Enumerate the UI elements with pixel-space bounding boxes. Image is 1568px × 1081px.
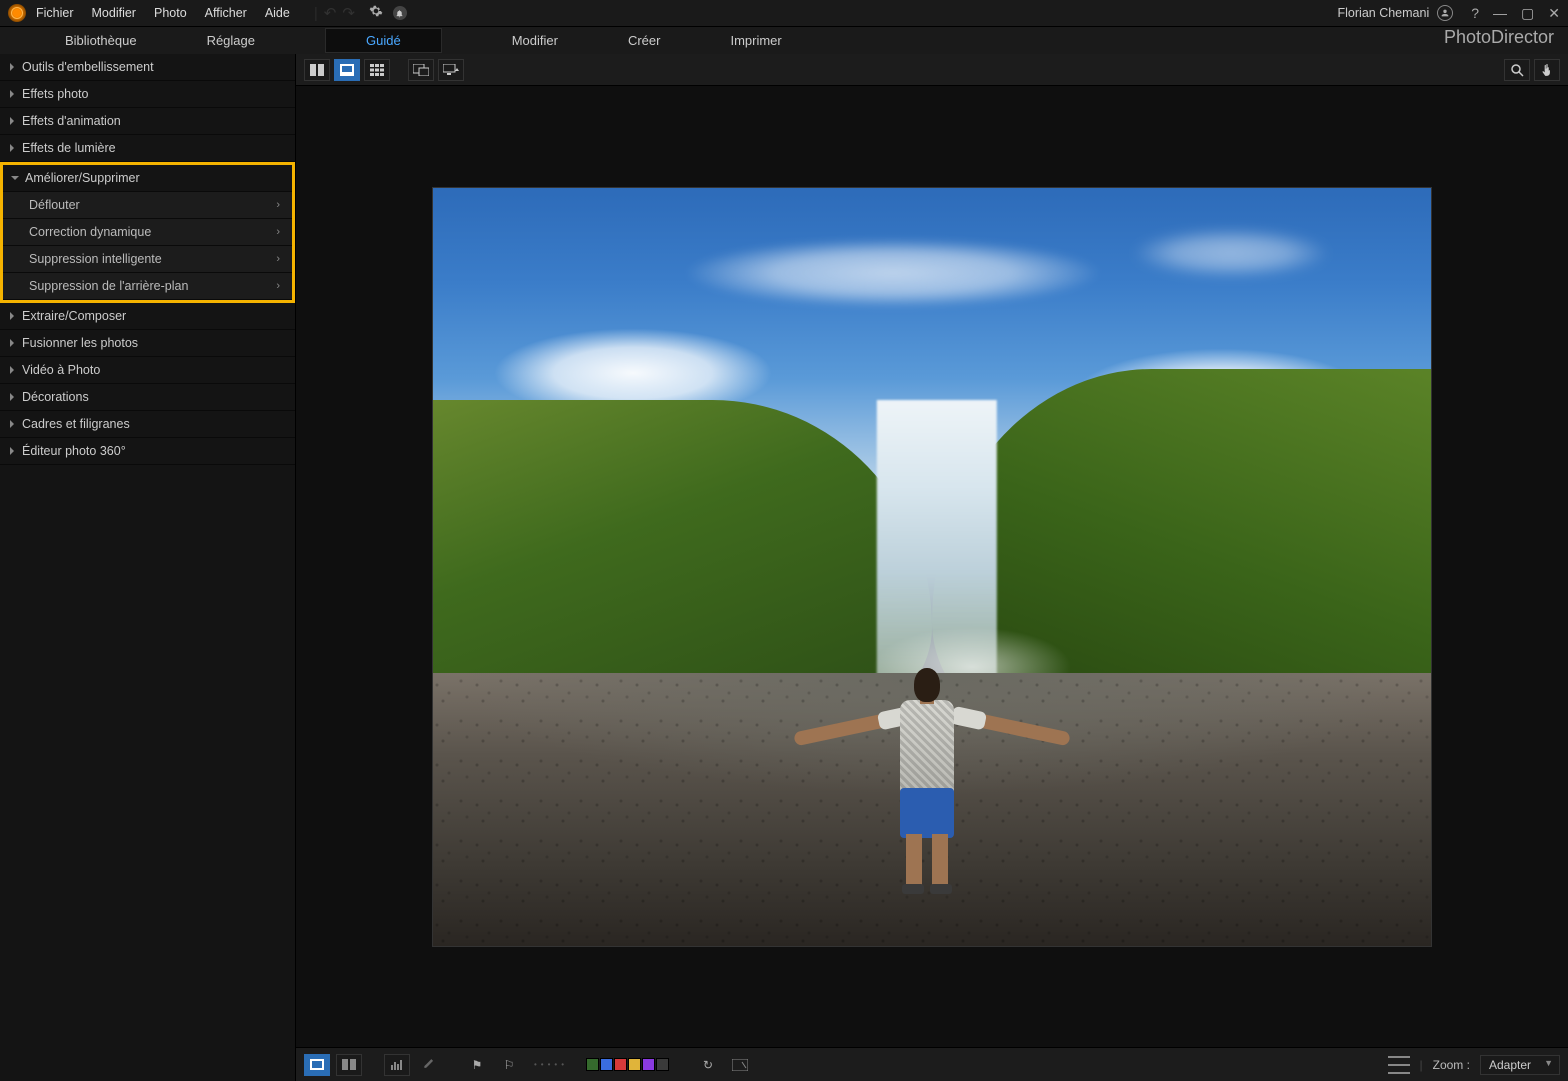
chevron-right-icon: ›	[276, 199, 280, 211]
close-icon[interactable]: ✕	[1548, 5, 1560, 22]
menu-view[interactable]: Afficher	[205, 6, 247, 20]
tab-print[interactable]: Imprimer	[730, 33, 781, 48]
panel-beautify[interactable]: Outils d'embellissement	[0, 54, 295, 81]
panel-enhance-remove[interactable]: Améliorer/Supprimer	[3, 165, 292, 192]
panel-decorations[interactable]: Décorations	[0, 384, 295, 411]
panel-photo-effects[interactable]: Effets photo	[0, 81, 295, 108]
bell-icon[interactable]	[393, 6, 407, 20]
panel-frames-watermarks[interactable]: Cadres et filigranes	[0, 411, 295, 438]
panel-360-editor[interactable]: Éditeur photo 360°	[0, 438, 295, 465]
zoom-tool-icon[interactable]	[1504, 59, 1530, 81]
title-bar: Fichier Modifier Photo Afficher Aide | ↶…	[0, 0, 1568, 26]
rating-dots[interactable]: •••••	[534, 1060, 568, 1069]
sub-smart-removal[interactable]: Suppression intelligente›	[3, 246, 292, 273]
minimize-icon[interactable]: —	[1493, 5, 1507, 22]
menu-photo[interactable]: Photo	[154, 6, 187, 20]
color-labels	[586, 1058, 669, 1071]
panel-enhance-remove-group: Améliorer/Supprimer Déflouter› Correctio…	[0, 162, 295, 303]
secondary-display-icon[interactable]	[408, 59, 434, 81]
person-subject	[782, 630, 1082, 900]
view-toolbar	[296, 54, 1568, 86]
rotate-icon[interactable]: ↻	[695, 1054, 721, 1076]
brand-label: PhotoDirector	[1444, 27, 1554, 48]
color-swatch[interactable]	[628, 1058, 641, 1071]
window-controls: ? — ▢ ✕	[1471, 5, 1560, 22]
color-swatch[interactable]	[586, 1058, 599, 1071]
view-compare-icon[interactable]	[304, 59, 330, 81]
menu-file[interactable]: Fichier	[36, 6, 74, 20]
menu-edit[interactable]: Modifier	[92, 6, 136, 20]
photo-preview[interactable]	[432, 187, 1432, 947]
zoom-label: Zoom :	[1433, 1058, 1470, 1072]
flag-icon[interactable]: ⚑	[464, 1054, 490, 1076]
guided-sidebar: Outils d'embellissement Effets photo Eff…	[0, 54, 296, 1081]
color-swatch[interactable]	[614, 1058, 627, 1071]
help-icon[interactable]: ?	[1471, 5, 1479, 22]
histogram-icon[interactable]	[384, 1054, 410, 1076]
gear-icon[interactable]	[369, 4, 383, 23]
sub-background-removal[interactable]: Suppression de l'arrière-plan›	[3, 273, 292, 300]
history-controls: | ↶ ↷	[314, 4, 355, 22]
panel-merge-photos[interactable]: Fusionner les photos	[0, 330, 295, 357]
zoom-select[interactable]: Adapter	[1480, 1055, 1560, 1075]
maximize-icon[interactable]: ▢	[1521, 5, 1534, 22]
canvas-area	[296, 86, 1568, 1047]
panel-extract-compose[interactable]: Extraire/Composer	[0, 303, 295, 330]
user-avatar-icon	[1437, 5, 1453, 21]
monitor-dropdown-icon[interactable]	[438, 59, 464, 81]
chevron-right-icon: ›	[276, 280, 280, 292]
mode-tabs: Bibliothèque Réglage Guidé Modifier Crée…	[0, 26, 1568, 54]
view-grid-icon[interactable]	[364, 59, 390, 81]
tab-adjust[interactable]: Réglage	[207, 33, 255, 48]
color-swatch[interactable]	[656, 1058, 669, 1071]
user-account[interactable]: Florian Chemani	[1338, 5, 1454, 21]
undo-icon[interactable]: ↶	[324, 4, 337, 22]
pan-tool-icon[interactable]	[1534, 59, 1560, 81]
layout-single-icon[interactable]	[304, 1054, 330, 1076]
color-swatch[interactable]	[642, 1058, 655, 1071]
bottom-toolbar: ⚑ ⚐ ••••• ↻ | Zoom : Adapter	[296, 1047, 1568, 1081]
sub-deblur[interactable]: Déflouter›	[3, 192, 292, 219]
color-swatch[interactable]	[600, 1058, 613, 1071]
workspace: ⚑ ⚐ ••••• ↻ | Zoom : Adapter	[296, 54, 1568, 1081]
sub-dynamic-correction[interactable]: Correction dynamique›	[3, 219, 292, 246]
view-single-icon[interactable]	[334, 59, 360, 81]
flag-reject-icon[interactable]: ⚐	[496, 1054, 522, 1076]
chevron-right-icon: ›	[276, 226, 280, 238]
list-view-icon[interactable]	[1388, 1056, 1410, 1074]
panel-video-to-photo[interactable]: Vidéo à Photo	[0, 357, 295, 384]
panel-light-effects[interactable]: Effets de lumière	[0, 135, 295, 162]
tab-guided[interactable]: Guidé	[325, 28, 442, 53]
app-logo	[8, 4, 26, 22]
layout-split-icon[interactable]	[336, 1054, 362, 1076]
menu-help[interactable]: Aide	[265, 6, 290, 20]
user-name: Florian Chemani	[1338, 6, 1430, 20]
redo-icon[interactable]: ↷	[342, 4, 355, 22]
chevron-right-icon: ›	[276, 253, 280, 265]
panel-animation-effects[interactable]: Effets d'animation	[0, 108, 295, 135]
tab-library[interactable]: Bibliothèque	[65, 33, 137, 48]
brush-icon[interactable]	[416, 1054, 442, 1076]
crop-rect-icon[interactable]	[727, 1054, 753, 1076]
tab-edit[interactable]: Modifier	[512, 33, 558, 48]
main-menu: Fichier Modifier Photo Afficher Aide	[36, 6, 290, 20]
tab-create[interactable]: Créer	[628, 33, 661, 48]
